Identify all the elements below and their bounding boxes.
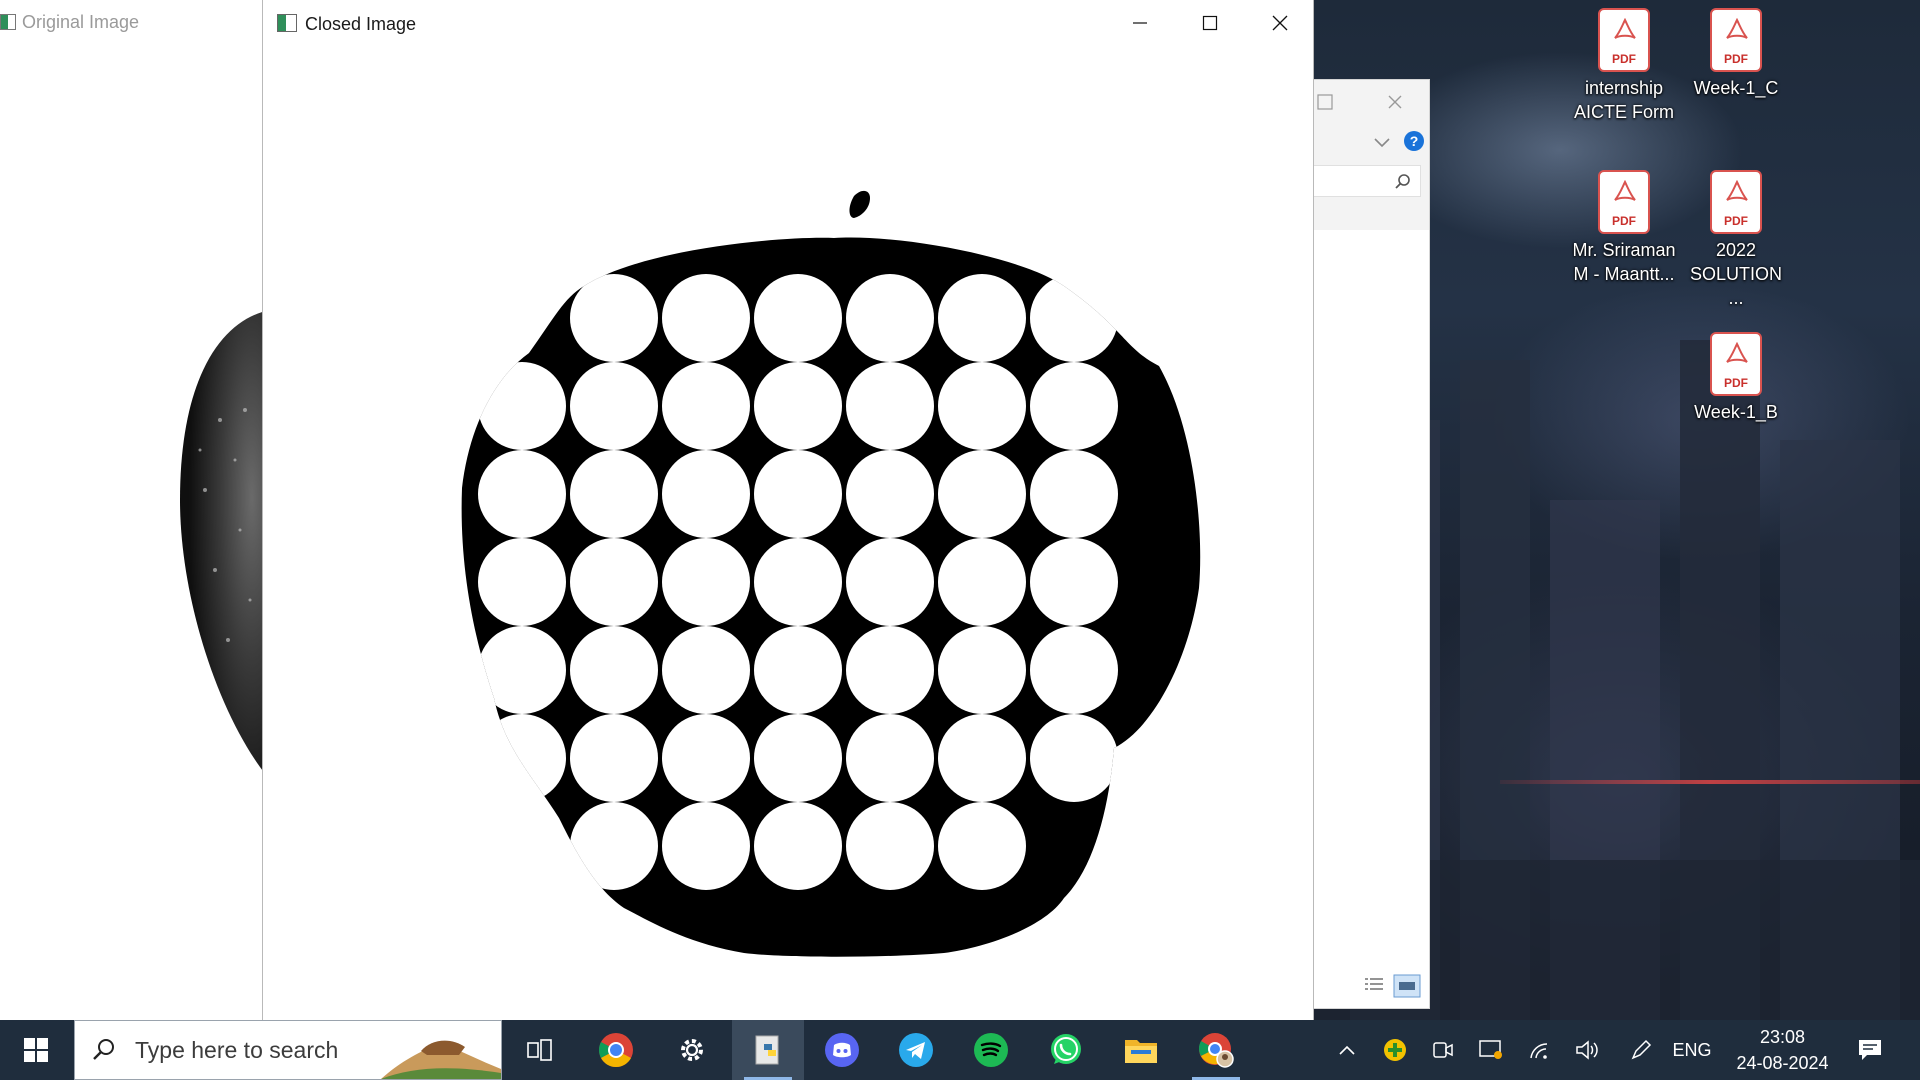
spotify-button[interactable] bbox=[955, 1020, 1027, 1080]
grayscale-apple-photo bbox=[180, 310, 270, 780]
monitor-alert-icon bbox=[1479, 1040, 1502, 1059]
notification-icon bbox=[1859, 1040, 1881, 1060]
camera-tray-icon bbox=[1433, 1042, 1453, 1058]
settings-button[interactable] bbox=[656, 1020, 728, 1080]
start-button[interactable] bbox=[0, 1020, 72, 1080]
pen-menu-button[interactable] bbox=[1624, 1020, 1658, 1080]
close-button[interactable] bbox=[1245, 0, 1315, 46]
closed-image-canvas bbox=[461, 190, 1201, 957]
desktop-icon-internship[interactable]: PDF internship AICTE Form bbox=[1569, 8, 1679, 124]
meet-now-button[interactable] bbox=[1426, 1020, 1460, 1080]
chrome-profile-icon bbox=[1199, 1033, 1234, 1068]
whatsapp-icon bbox=[1051, 1034, 1081, 1064]
taskbar-search-input[interactable]: Type here to search bbox=[74, 1020, 502, 1080]
search-icon bbox=[1395, 174, 1410, 189]
desktop-icon-sriraman[interactable]: PDF Mr. Sriraman M - Maantt... bbox=[1569, 170, 1679, 286]
window-titlebar[interactable]: Closed Image bbox=[263, 0, 1313, 48]
chrome-button[interactable] bbox=[580, 1020, 652, 1080]
desktop-icon-label: internship bbox=[1584, 78, 1664, 98]
minimize-icon bbox=[1133, 22, 1147, 24]
green-plus-tray-icon bbox=[1384, 1039, 1406, 1061]
show-hidden-icons-button[interactable] bbox=[1330, 1020, 1364, 1080]
help-icon[interactable]: ? bbox=[1403, 130, 1425, 152]
pen-icon bbox=[1631, 1039, 1652, 1060]
closed-image-window[interactable]: Closed Image bbox=[262, 0, 1314, 1020]
close-icon[interactable] bbox=[1387, 94, 1403, 110]
desktop-icon-label: 2022 bbox=[1715, 240, 1757, 260]
maximize-button[interactable] bbox=[1175, 0, 1245, 46]
window-title: Closed Image bbox=[305, 14, 417, 34]
windows-logo-icon bbox=[24, 1038, 48, 1062]
desktop-icon-week1c[interactable]: PDF Week-1_C bbox=[1681, 8, 1791, 100]
language-label: ENG bbox=[1672, 1039, 1712, 1060]
task-view-icon bbox=[527, 1039, 552, 1061]
maximize-icon[interactable] bbox=[1317, 94, 1333, 110]
app-icon bbox=[0, 14, 16, 30]
pdf-file-icon: PDF bbox=[1710, 170, 1762, 234]
chevron-down-icon[interactable] bbox=[1373, 136, 1391, 148]
telegram-button[interactable] bbox=[880, 1020, 952, 1080]
large-icons-view-icon[interactable] bbox=[1393, 974, 1421, 998]
original-image-window[interactable]: Original Image bbox=[0, 0, 270, 1020]
desktop-icon-week1b[interactable]: PDF Week-1_B bbox=[1681, 332, 1791, 424]
clock-date: 24-08-2024 bbox=[1736, 1053, 1829, 1073]
whatsapp-button[interactable] bbox=[1030, 1020, 1102, 1080]
tray-app-button[interactable] bbox=[1378, 1020, 1412, 1080]
desktop-icon-label: Week-1_B bbox=[1694, 402, 1778, 422]
clock-time: 23:08 bbox=[1759, 1027, 1806, 1047]
svg-text:?: ? bbox=[1410, 133, 1419, 149]
file-explorer-button[interactable] bbox=[1105, 1020, 1177, 1080]
speaker-icon bbox=[1576, 1040, 1598, 1060]
pdf-file-icon: PDF bbox=[1710, 332, 1762, 396]
explorer-search-input[interactable] bbox=[1311, 165, 1421, 197]
spotify-icon bbox=[974, 1033, 1008, 1067]
app-icon bbox=[277, 14, 297, 32]
chrome-profile-button[interactable] bbox=[1180, 1020, 1252, 1080]
chevron-up-icon bbox=[1339, 1045, 1355, 1055]
telegram-icon bbox=[899, 1033, 933, 1067]
file-explorer-icon bbox=[1125, 1040, 1157, 1063]
search-icon bbox=[93, 1039, 114, 1060]
python-button[interactable] bbox=[732, 1020, 804, 1080]
clock-button[interactable]: 23:08 24-08-2024 bbox=[1715, 1020, 1850, 1080]
wifi-icon bbox=[1530, 1043, 1548, 1059]
maximize-icon bbox=[1202, 15, 1218, 31]
desktop-icon-label: Mr. Sriraman bbox=[1572, 240, 1676, 260]
discord-button[interactable] bbox=[806, 1020, 878, 1080]
notifications-button[interactable] bbox=[1850, 1020, 1890, 1080]
task-view-button[interactable] bbox=[504, 1020, 576, 1080]
explorer-content-pane bbox=[1311, 230, 1429, 1008]
input-language-button[interactable]: ENG bbox=[1670, 1020, 1714, 1080]
desktop-icon-2022-solution[interactable]: PDF 2022 SOLUTION ... bbox=[1681, 170, 1791, 310]
minimize-button[interactable] bbox=[1105, 0, 1175, 46]
python-icon bbox=[755, 1035, 779, 1065]
apple-stem bbox=[849, 190, 870, 218]
window-title: Original Image bbox=[0, 12, 139, 33]
details-view-icon[interactable] bbox=[1363, 976, 1385, 994]
settings-icon bbox=[681, 1039, 703, 1061]
close-icon bbox=[1272, 15, 1288, 31]
discord-icon bbox=[825, 1033, 859, 1067]
desktop-icon-label: SOLUTION ... bbox=[1689, 264, 1782, 308]
desktop-icon-label: Week-1_C bbox=[1693, 78, 1779, 98]
desktop-icon-label: AICTE Form bbox=[1573, 102, 1674, 122]
network-button[interactable] bbox=[1522, 1020, 1556, 1080]
pdf-file-icon: PDF bbox=[1598, 8, 1650, 72]
search-highlight-illustration bbox=[381, 1040, 501, 1079]
pdf-file-icon: PDF bbox=[1598, 170, 1650, 234]
chrome-icon bbox=[599, 1033, 633, 1067]
file-explorer-window[interactable]: ? bbox=[1310, 79, 1430, 1009]
search-placeholder: Type here to search bbox=[135, 1036, 339, 1063]
pdf-file-icon: PDF bbox=[1710, 8, 1762, 72]
security-tray-button[interactable] bbox=[1474, 1020, 1508, 1080]
desktop-icon-label: M - Maantt... bbox=[1573, 264, 1675, 284]
neon-light-strip bbox=[1500, 780, 1920, 784]
volume-button[interactable] bbox=[1570, 1020, 1604, 1080]
taskbar: Type here to search ENG 23:08 24-08-2024 bbox=[0, 1020, 1920, 1080]
